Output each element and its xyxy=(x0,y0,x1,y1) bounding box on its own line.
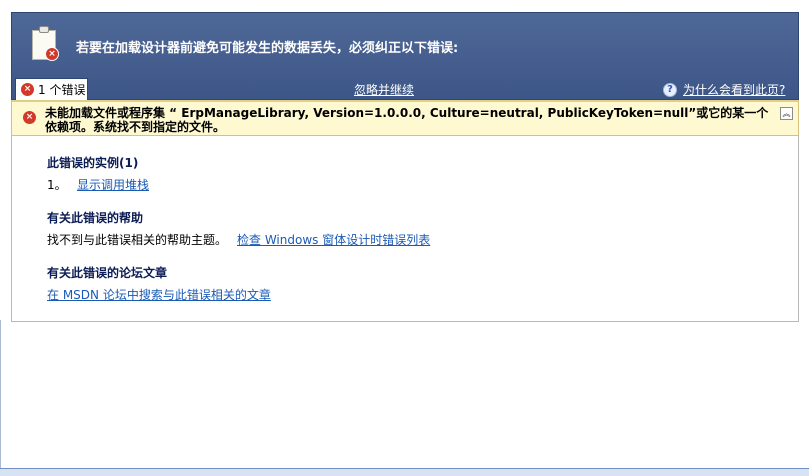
tab-errors-label: 1 个错误 xyxy=(38,83,86,97)
designer-error-page: × 若要在加载设计器前避免可能发生的数据丢失，必须纠正以下错误: × 1 个错误… xyxy=(0,0,809,476)
bottom-strip xyxy=(0,469,809,476)
why-see-page[interactable]: ? 为什么会看到此页? xyxy=(663,81,785,98)
help-row: 找不到与此错误相关的帮助主题。 检查 Windows 窗体设计时错误列表 xyxy=(47,231,430,248)
instance-number: 1。 xyxy=(47,178,67,192)
forum-row: 在 MSDN 论坛中搜索与此错误相关的文章 xyxy=(47,286,271,303)
tab-errors[interactable]: × 1 个错误 xyxy=(15,78,88,100)
instances-title: 此错误的实例(1) xyxy=(47,156,139,170)
help-text: 找不到与此错误相关的帮助主题。 xyxy=(47,233,228,247)
error-banner: × 未能加载文件或程序集 “ ErpManageLibrary, Version… xyxy=(11,100,799,136)
instance-row: 1。 显示调用堆栈 xyxy=(47,176,149,193)
ignore-and-continue-link[interactable]: 忽略并继续 xyxy=(354,81,414,98)
window-edge xyxy=(0,320,1,468)
check-errors-list-link[interactable]: 检查 Windows 窗体设计时错误列表 xyxy=(237,231,430,248)
error-message: 未能加载文件或程序集 “ ErpManageLibrary, Version=1… xyxy=(45,106,769,134)
document-error-icon: × xyxy=(32,26,60,62)
question-icon: ? xyxy=(663,82,677,97)
msdn-search-link[interactable]: 在 MSDN 论坛中搜索与此错误相关的文章 xyxy=(47,286,271,303)
collapse-button[interactable]: ︽ xyxy=(780,107,793,120)
error-details-panel: 此错误的实例(1) 1。 显示调用堆栈 有关此错误的帮助 找不到与此错误相关的帮… xyxy=(11,136,799,322)
help-title: 有关此错误的帮助 xyxy=(47,211,144,225)
show-call-stack-link[interactable]: 显示调用堆栈 xyxy=(77,176,149,193)
header-message: 若要在加载设计器前避免可能发生的数据丢失，必须纠正以下错误: xyxy=(76,41,459,56)
why-see-page-link[interactable]: 为什么会看到此页? xyxy=(683,81,785,98)
forum-title: 有关此错误的论坛文章 xyxy=(47,266,168,280)
error-icon: × xyxy=(23,111,36,124)
error-icon: × xyxy=(21,83,34,96)
